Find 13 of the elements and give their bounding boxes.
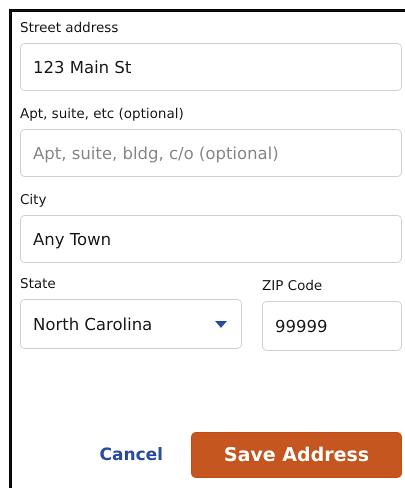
field-label: City (20, 191, 46, 209)
field-label: State (20, 275, 56, 293)
input-field[interactable]: Any Town (20, 215, 402, 263)
caret-icon (215, 320, 227, 328)
input-field[interactable]: 123 Main St (20, 43, 402, 91)
cancel-link[interactable]: Cancel (96, 441, 167, 469)
save-button[interactable]: Save Address (191, 432, 402, 478)
field-label: ZIP Code (262, 277, 322, 295)
field-label: Apt, suite, etc (optional) (20, 105, 184, 123)
input-field[interactable]: Apt, suite, bldg, c/o (optional) (20, 129, 402, 177)
state-dropdown[interactable]: North Carolina (20, 299, 242, 349)
input-field[interactable]: 99999 (262, 301, 402, 351)
field-label: Street address (20, 19, 118, 37)
